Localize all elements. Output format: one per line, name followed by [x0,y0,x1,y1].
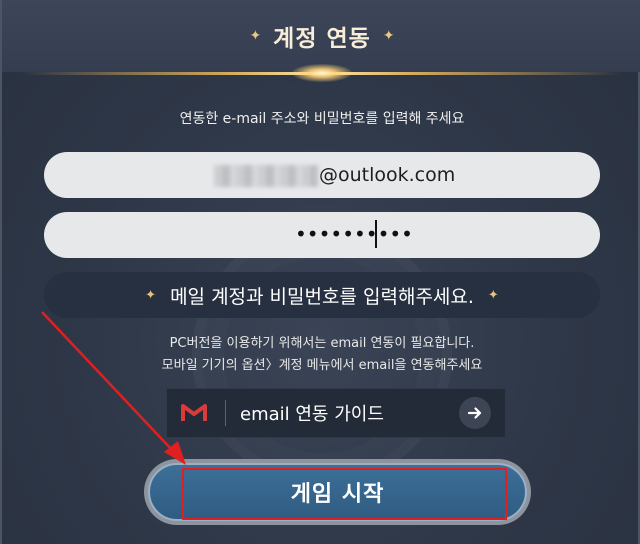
dialog-frame: ✦ 계정 연동 ✦ 연동한 e-mail 주소와 비밀번호를 입력해 주세요 @… [0,0,640,544]
annotation-arrow-icon [41,311,186,465]
